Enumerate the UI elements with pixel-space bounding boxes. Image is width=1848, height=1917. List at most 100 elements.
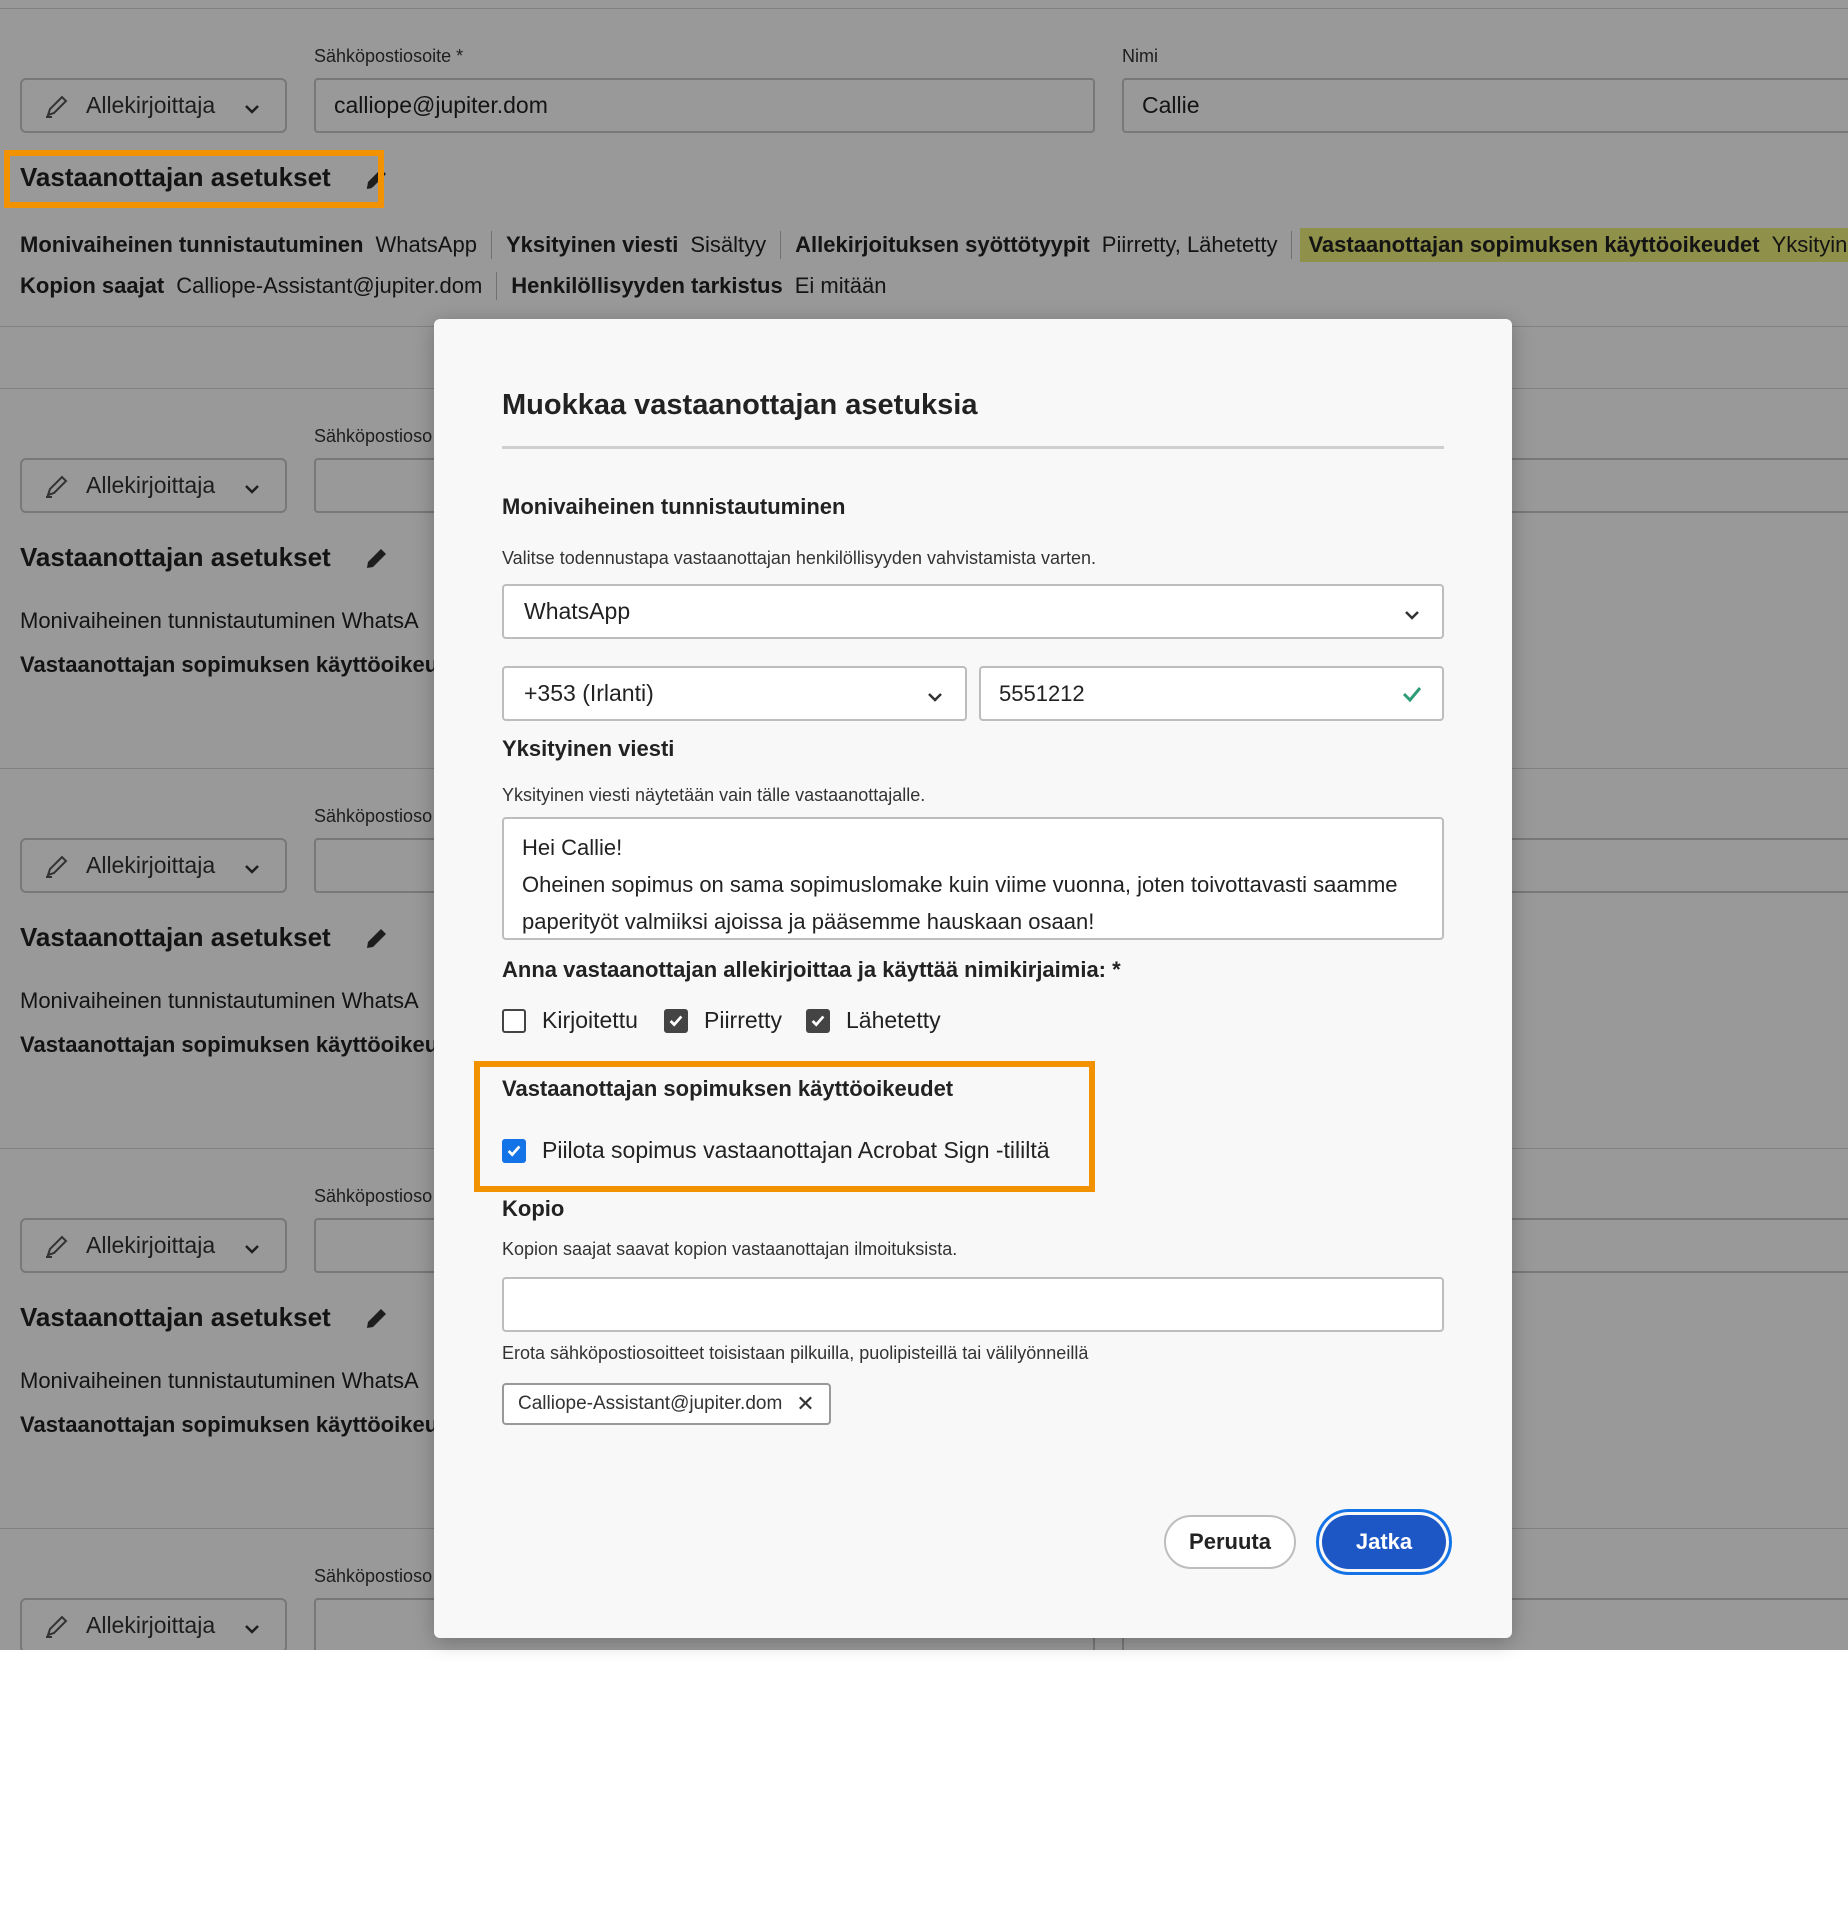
pen-icon: [42, 471, 72, 501]
settings-summary-line-1: Monivaiheinen tunnistautuminen WhatsA: [20, 988, 419, 1013]
role-label: Allekirjoittaja: [86, 1232, 216, 1258]
checkmark-icon: [811, 1015, 825, 1027]
recipient-settings-label: Vastaanottajan asetukset: [20, 542, 331, 572]
cc-help: Kopion saajat saavat kopion vastaanottaj…: [502, 1239, 958, 1259]
summary-key: Yksityinen viesti: [505, 232, 679, 257]
settings-summary-line-1: Monivaiheinen tunnistautuminen WhatsA: [20, 608, 419, 633]
settings-summary-line-1: Monivaiheinen tunnistautuminen WhatsApp …: [20, 228, 1848, 262]
recipient-settings-title: Vastaanottajan asetukset: [20, 1302, 391, 1333]
private-message-help: Yksityinen viesti näytetään vain tälle v…: [502, 785, 926, 805]
name-input[interactable]: Callie: [1122, 78, 1848, 133]
pen-icon: [42, 1611, 72, 1641]
checkmark-icon: [1400, 682, 1424, 706]
drawn-label: Piirretty: [704, 1007, 782, 1033]
cc-email-tag-label: Calliope-Assistant@jupiter.dom: [518, 1393, 783, 1414]
summary-divider: [490, 231, 492, 259]
phone-number-value: 5551212: [999, 680, 1085, 706]
checkmark-icon: [669, 1015, 683, 1027]
settings-summary-line-2: Vastaanottajan sopimuksen käyttöoikeud: [20, 1032, 452, 1057]
settings-title-highlight-top: [4, 150, 384, 208]
pencil-edit-icon[interactable]: [363, 924, 391, 952]
chevron-down-icon: [243, 857, 261, 875]
close-icon[interactable]: ✕: [796, 1391, 814, 1417]
edit-recipient-settings-dialog: Muokkaa vastaanottajan asetuksia Monivai…: [434, 319, 1512, 1638]
access-summary-highlight: Vastaanottajan sopimuksen käyttöoikeudet…: [1300, 228, 1848, 262]
role-select[interactable]: Allekirjoittaja: [20, 838, 287, 893]
role-select[interactable]: Allekirjoittaja: [20, 78, 287, 133]
signature-types-heading: Anna vastaanottajan allekirjoittaa ja kä…: [502, 957, 1121, 982]
role-select[interactable]: Allekirjoittaja: [20, 1218, 287, 1273]
country-code-select[interactable]: +353 (Irlanti): [502, 666, 967, 721]
checkbox-checked[interactable]: [502, 1138, 526, 1163]
pencil-edit-icon[interactable]: [363, 544, 391, 572]
role-label: Allekirjoittaja: [86, 472, 216, 498]
checkbox-checked[interactable]: [806, 1008, 830, 1033]
typed-label: Kirjoitettu: [542, 1007, 638, 1033]
phone-number-input[interactable]: 5551212: [979, 666, 1444, 721]
summary-divider: [780, 231, 782, 259]
chevron-down-icon: [925, 686, 945, 706]
cc-heading: Kopio: [502, 1196, 565, 1221]
pen-icon: [42, 1231, 72, 1261]
settings-summary-line-1: Monivaiheinen tunnistautuminen WhatsA: [20, 1368, 419, 1393]
summary-divider: [496, 272, 498, 300]
private-message-textarea[interactable]: Hei Callie! Oheinen sopimus on sama sopi…: [502, 817, 1444, 940]
role-select[interactable]: Allekirjoittaja: [20, 458, 287, 513]
email-input[interactable]: calliope@jupiter.dom: [314, 78, 1095, 133]
chevron-down-icon: [243, 1237, 261, 1255]
cancel-button[interactable]: Peruuta: [1164, 1515, 1296, 1569]
summary-key: Allekirjoituksen syöttötyypit: [795, 232, 1090, 257]
summary-key: Henkilöllisyyden tarkistus: [511, 273, 783, 298]
title-divider: [502, 446, 1444, 449]
recipient-settings-label: Vastaanottajan asetukset: [20, 1302, 331, 1332]
role-label: Allekirjoittaja: [86, 1612, 216, 1638]
summary-key: Vastaanottajan sopimuksen käyttöoikeudet: [1308, 232, 1760, 257]
recipient-settings-label: Vastaanottajan asetukset: [20, 922, 331, 952]
uploaded-checkbox[interactable]: Lähetetty: [806, 1007, 941, 1034]
continue-button[interactable]: Jatka: [1322, 1515, 1446, 1569]
email-label: Sähköpostioso: [314, 1566, 433, 1586]
row-divider: [0, 8, 1848, 9]
summary-value: Piirretty, Lähetetty: [1101, 232, 1278, 257]
mfa-heading: Monivaiheinen tunnistautuminen: [502, 494, 846, 519]
chevron-down-icon: [243, 477, 261, 495]
checkbox-checked[interactable]: [664, 1008, 688, 1033]
private-message-heading: Yksityinen viesti: [502, 736, 675, 761]
hide-agreement-checkbox[interactable]: Piilota sopimus vastaanottajan Acrobat S…: [502, 1137, 1050, 1164]
cc-separator-hint: Erota sähköpostiosoitteet toisistaan pil…: [502, 1343, 1089, 1363]
settings-summary-line-2: Vastaanottajan sopimuksen käyttöoikeud: [20, 652, 452, 677]
chevron-down-icon: [243, 97, 261, 115]
chevron-down-icon: [1402, 604, 1422, 624]
settings-summary-line-2: Kopion saajat Calliope-Assistant@jupiter…: [20, 272, 900, 300]
auth-method-select[interactable]: WhatsApp: [502, 584, 1444, 639]
summary-value: Yksityinen: [1771, 232, 1848, 257]
message-line: Oheinen sopimus on sama sopimuslomake ku…: [522, 872, 1398, 897]
auth-method-value: WhatsApp: [524, 598, 631, 624]
access-heading: Vastaanottajan sopimuksen käyttöoikeudet: [502, 1076, 954, 1101]
checkbox-unchecked[interactable]: [502, 1008, 526, 1033]
pen-icon: [42, 91, 72, 121]
drawn-checkbox[interactable]: Piirretty: [664, 1007, 782, 1034]
country-code-value: +353 (Irlanti): [524, 680, 654, 706]
email-label: Sähköpostioso: [314, 806, 433, 826]
hide-agreement-label: Piilota sopimus vastaanottajan Acrobat S…: [542, 1137, 1050, 1163]
checkmark-icon: [507, 1145, 521, 1157]
typed-checkbox[interactable]: Kirjoitettu: [502, 1007, 638, 1034]
summary-value: Sisältyy: [690, 232, 767, 257]
role-select[interactable]: Allekirjoittaja: [20, 1598, 287, 1650]
email-label: Sähköpostioso: [314, 426, 433, 446]
chevron-down-icon: [243, 1617, 261, 1635]
cc-email-input[interactable]: [502, 1277, 1444, 1332]
role-label: Allekirjoittaja: [86, 92, 216, 118]
mfa-help-text: Valitse todennustapa vastaanottajan henk…: [502, 548, 1097, 568]
pencil-edit-icon[interactable]: [363, 1304, 391, 1332]
message-line: paperityöt valmiiksi ajoissa ja pääsemme…: [522, 909, 1095, 934]
uploaded-label: Lähetetty: [846, 1007, 941, 1033]
settings-summary-line-2: Vastaanottajan sopimuksen käyttöoikeud: [20, 1412, 452, 1437]
name-label: Nimi: [1122, 46, 1158, 66]
email-label: Sähköpostiosoite *: [314, 46, 464, 66]
summary-value: WhatsApp: [375, 232, 477, 257]
summary-value: Ei mitään: [794, 273, 887, 298]
cc-email-tag: Calliope-Assistant@jupiter.dom ✕: [502, 1383, 831, 1425]
pen-icon: [42, 851, 72, 881]
